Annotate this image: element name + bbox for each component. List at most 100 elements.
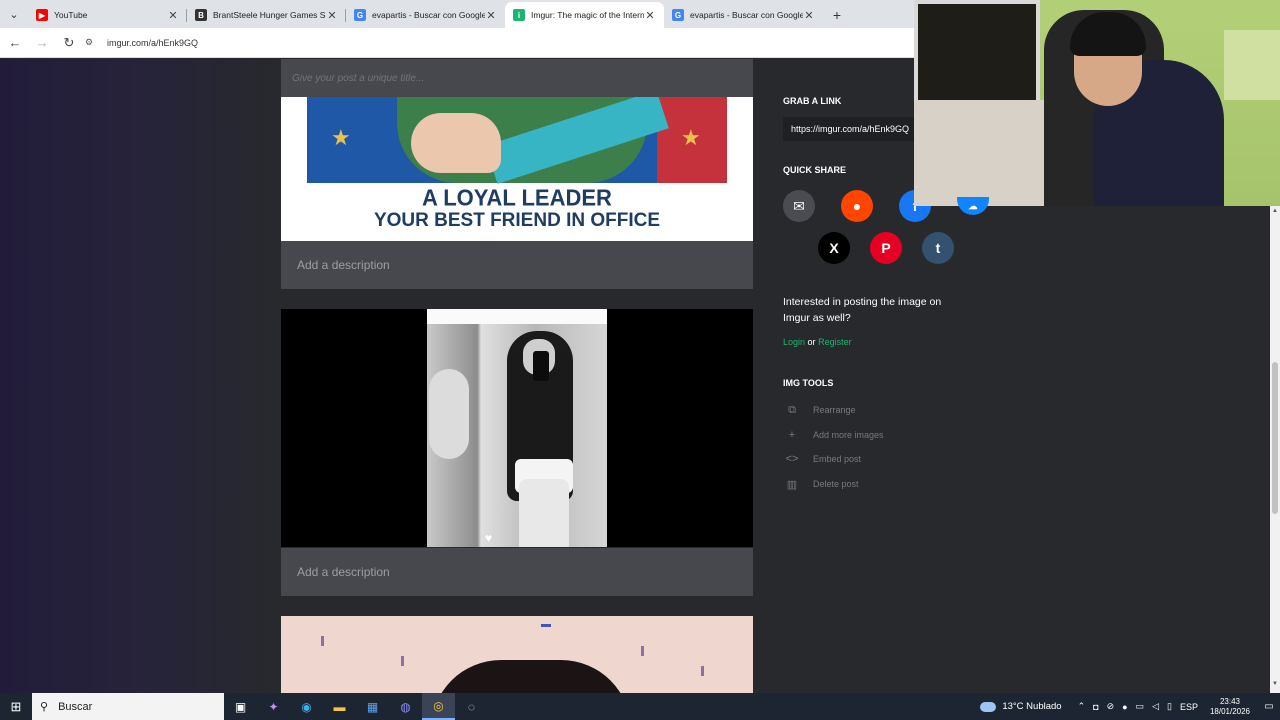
post-title-input[interactable] [281, 59, 753, 97]
address-bar[interactable]: ⚙ imgur.com/a/hEnk9GQ [85, 31, 914, 55]
cloud-icon [980, 701, 997, 712]
tab-youtube[interactable]: ▶ YouTube ✕ [28, 2, 187, 28]
language-indicator[interactable]: ESP [1180, 702, 1198, 712]
tool-label: Embed post [813, 454, 862, 464]
google-icon: G [354, 9, 366, 21]
close-icon[interactable]: ✕ [326, 9, 338, 22]
post-link-field[interactable]: https://imgur.com/a/hEnk9GQ [783, 117, 914, 141]
reload-icon[interactable]: ↻ [57, 31, 81, 55]
email-share-icon[interactable]: ✉ [783, 190, 815, 222]
star-icon: ★ [331, 125, 351, 150]
heart-icon: ♥ [485, 531, 493, 545]
copilot-icon[interactable]: ✦ [257, 693, 290, 720]
url-text: imgur.com/a/hEnk9GQ [107, 37, 199, 48]
taskbar-search-placeholder: Buscar [58, 700, 93, 713]
discord-icon[interactable]: ◍ [389, 693, 422, 720]
network-icon[interactable]: ▭ [1136, 701, 1145, 712]
image-caption-line2: YOUR BEST FRIEND IN OFFICE [373, 210, 661, 231]
imgur-icon: i [513, 9, 525, 21]
clock[interactable]: 23:43 18/01/2026 [1210, 697, 1250, 717]
img-tools-heading: IMG TOOLS [783, 378, 834, 388]
search-icon: ⚲ [40, 701, 49, 713]
weather-widget[interactable]: 13°C Nublado [980, 701, 1062, 712]
close-icon[interactable]: ✕ [167, 9, 179, 22]
description-input[interactable]: Add a description [281, 241, 753, 289]
tab-search-chevron-icon[interactable]: ⌄ [0, 0, 28, 28]
trash-icon: ▥ [786, 478, 798, 491]
close-icon[interactable]: ✕ [644, 9, 656, 22]
volume-icon[interactable]: ◁ [1152, 701, 1159, 712]
tab-brantsteele[interactable]: B BrantSteele Hunger Games Sim ✕ [187, 2, 346, 28]
file-explorer-icon[interactable]: ▬ [323, 693, 356, 720]
rearrange-icon: ⧉ [788, 403, 796, 416]
tab-google-search-1[interactable]: G evapartis - Buscar con Google ✕ [346, 2, 505, 28]
grab-link-heading: GRAB A LINK [783, 96, 842, 106]
edge-icon[interactable]: ◉ [290, 693, 323, 720]
taskbar-search[interactable]: ⚲ Buscar [32, 693, 224, 720]
tool-label: Rearrange [813, 405, 856, 415]
or-text: or [807, 337, 816, 347]
tab-title: evapartis - Buscar con Google [372, 10, 485, 20]
notification-icon[interactable]: ▭ [1258, 701, 1280, 712]
obs-icon[interactable]: ◌ [455, 693, 488, 720]
tab-title: evapartis - Buscar con Google [690, 10, 803, 20]
tool-label: Add more images [813, 430, 884, 440]
scrollbar-thumb[interactable] [1272, 362, 1278, 514]
pinterest-share-icon[interactable]: P [870, 232, 902, 264]
close-icon[interactable]: ✕ [803, 9, 815, 22]
clock-date: 18/01/2026 [1209, 706, 1250, 716]
scroll-up-icon[interactable]: ▲ [1270, 208, 1280, 218]
quick-share-heading: QUICK SHARE [783, 165, 847, 175]
x-share-icon[interactable]: X [818, 232, 850, 264]
youtube-icon: ▶ [36, 9, 48, 21]
forward-arrow-icon[interactable]: → [30, 31, 54, 55]
tab-title: BrantSteele Hunger Games Sim [213, 10, 326, 20]
store-icon[interactable]: ▦ [356, 693, 389, 720]
close-icon[interactable]: ✕ [485, 9, 497, 22]
register-link[interactable]: Register [818, 337, 852, 347]
battery-icon[interactable]: ▯ [1167, 701, 1172, 712]
tray-app-icon[interactable]: ◘ [1093, 702, 1098, 712]
tool-delete-post[interactable]: ▥ Delete post [783, 476, 859, 492]
chevron-up-icon[interactable]: ⌃ [1078, 701, 1086, 712]
tumblr-share-icon[interactable]: t [922, 232, 954, 264]
login-link[interactable]: Login [783, 337, 805, 347]
mirror-selfie-photo: ♥ [427, 309, 607, 547]
windows-start-icon[interactable]: ⊞ [0, 693, 32, 720]
browser-tab-bar: ⌄ ▶ YouTube ✕ B BrantSteele Hunger Games… [0, 0, 914, 28]
site-info-icon[interactable]: ⚙ [85, 37, 101, 48]
new-tab-button[interactable]: + [823, 2, 851, 28]
google-icon: G [672, 9, 684, 21]
chrome-icon[interactable]: ◎ [422, 693, 455, 720]
tab-imgur[interactable]: i Imgur: The magic of the Interne ✕ [505, 2, 664, 28]
star-icon: ★ [681, 125, 701, 150]
post-image-3 [281, 616, 753, 693]
clock-time: 23:43 [1219, 696, 1240, 706]
login-register-line: Login or Register [783, 337, 852, 347]
tool-embed-post[interactable]: <> Embed post [783, 451, 861, 467]
reddit-share-icon[interactable]: ● [841, 190, 873, 222]
post-image-1: ★ ★ A LOYAL LEADER YOUR BEST FRIEND IN O… [281, 97, 753, 241]
plus-icon: + [788, 429, 796, 441]
tab-google-search-2[interactable]: G evapartis - Buscar con Google ✕ [664, 2, 823, 28]
scroll-down-icon[interactable]: ▼ [1270, 681, 1280, 691]
microphone-icon[interactable]: ● [1122, 702, 1127, 712]
back-arrow-icon[interactable]: ← [3, 31, 27, 55]
description-input[interactable]: Add a description [281, 548, 753, 596]
post-image-2: ♥ [281, 309, 753, 547]
windows-taskbar: ⊞ ⚲ Buscar ▣ ✦ ◉ ▬ ▦ ◍ ◎ ◌ 13°C Nublado … [0, 693, 1280, 720]
campaign-banner-image: ★ ★ [307, 97, 727, 184]
weather-text: 13°C Nublado [1002, 701, 1062, 712]
page-scrollbar[interactable]: ▲ ▼ [1270, 206, 1280, 693]
tool-rearrange[interactable]: ⧉ Rearrange [783, 402, 856, 418]
tab-title: Imgur: The magic of the Interne [531, 10, 644, 20]
brantsteele-icon: B [195, 9, 207, 21]
register-prompt: Interested in posting the image on Imgur… [783, 296, 942, 324]
browser-toolbar: ← → ↻ ⚙ imgur.com/a/hEnk9GQ [0, 28, 914, 58]
image-caption-line1: A LOYAL LEADER [422, 184, 612, 211]
task-view-icon[interactable]: ▣ [224, 693, 257, 720]
system-tray: 13°C Nublado ⌃ ◘ ⊘ ● ▭ ◁ ▯ ESP 23:43 18/… [980, 693, 1280, 720]
tool-label: Delete post [813, 479, 859, 489]
tray-app-icon[interactable]: ⊘ [1107, 701, 1115, 712]
tool-add-more-images[interactable]: + Add more images [783, 427, 884, 443]
